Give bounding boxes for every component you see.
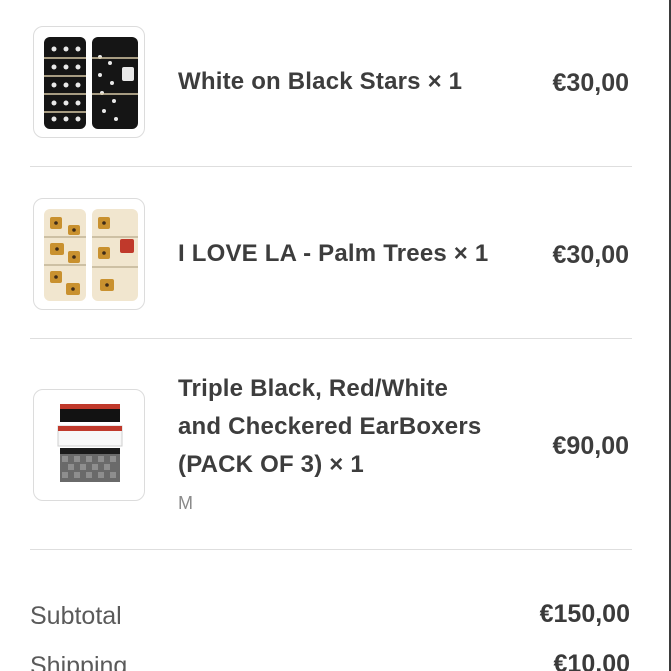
item-name: White on Black Stars × 1 bbox=[178, 68, 463, 95]
divider bbox=[30, 338, 632, 339]
item-name: I LOVE LA - Palm Trees × 1 bbox=[178, 240, 489, 267]
cart-item: Triple Black, Red/White and Checkered Ea… bbox=[30, 370, 632, 520]
bracelet-black-stars-image bbox=[33, 26, 145, 138]
subtotal-value: €150,00 bbox=[539, 600, 630, 628]
item-variant: M bbox=[178, 493, 193, 513]
item-name-line: Triple Black, Red/White bbox=[178, 375, 448, 402]
cart-item: White on Black Stars × 1 €30,00 bbox=[30, 26, 632, 138]
bracelet-palm-trees-image bbox=[33, 198, 145, 310]
divider bbox=[30, 166, 632, 167]
subtotal-label: Subtotal bbox=[30, 602, 122, 630]
boxers-pack-image bbox=[33, 389, 145, 501]
shipping-label: Shipping bbox=[30, 652, 128, 671]
item-price: €30,00 bbox=[552, 69, 629, 97]
shipping-value: €10,00 bbox=[553, 650, 630, 671]
subtotal-row: Subtotal €150,00 bbox=[30, 600, 630, 632]
item-price: €90,00 bbox=[552, 432, 629, 460]
shipping-row: Shipping €10,00 bbox=[30, 650, 630, 671]
item-price: €30,00 bbox=[552, 241, 629, 269]
cart-item: I LOVE LA - Palm Trees × 1 €30,00 bbox=[30, 198, 632, 310]
item-name-line: (PACK OF 3) × 1 bbox=[178, 451, 364, 478]
item-name-line: and Checkered EarBoxers bbox=[178, 413, 482, 440]
divider bbox=[30, 549, 632, 550]
